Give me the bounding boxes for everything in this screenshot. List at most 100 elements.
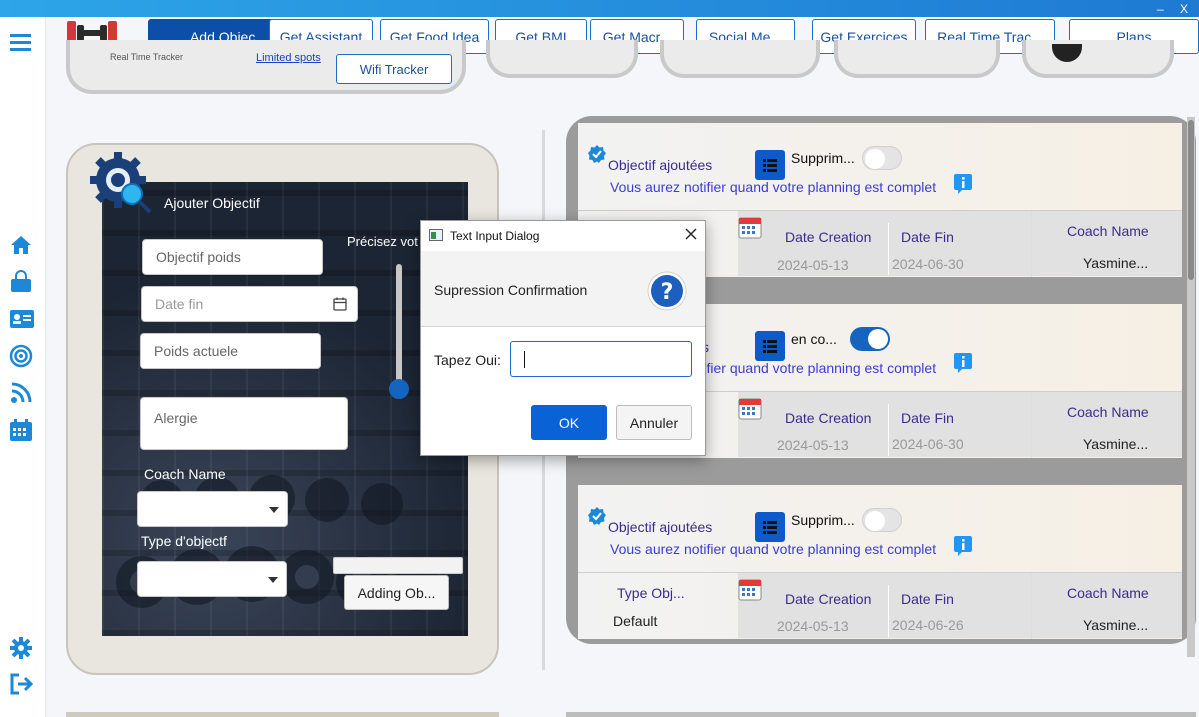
date-fin-input[interactable]: Date fin bbox=[141, 286, 358, 322]
date-fin-label: Date Fin bbox=[901, 410, 954, 426]
info-icon[interactable] bbox=[952, 352, 974, 374]
minimize-button[interactable]: _ bbox=[1157, 0, 1164, 11]
chevron-down-icon bbox=[268, 577, 278, 583]
list-icon[interactable] bbox=[755, 331, 785, 361]
separator bbox=[1031, 392, 1032, 458]
adding-objective-button[interactable]: Adding Ob... bbox=[344, 575, 449, 610]
ok-button[interactable]: OK bbox=[531, 405, 607, 440]
home-icon[interactable] bbox=[9, 233, 33, 257]
chevron-down-icon bbox=[269, 507, 279, 513]
weight-slider-thumb[interactable] bbox=[389, 379, 409, 399]
menu-icon[interactable] bbox=[9, 31, 33, 55]
coach-select[interactable] bbox=[137, 491, 288, 527]
toggle-label: Supprim... bbox=[791, 512, 855, 528]
question-icon: ? bbox=[647, 271, 687, 311]
info-icon[interactable] bbox=[952, 535, 974, 557]
info-card-3 bbox=[834, 40, 1000, 78]
type-label: Type d'objectf bbox=[141, 533, 227, 549]
rss-icon[interactable] bbox=[9, 381, 33, 405]
dialog-close-icon[interactable] bbox=[683, 226, 699, 242]
delete-toggle[interactable] bbox=[862, 146, 902, 170]
text-input-dialog: Text Input Dialog Supression Confirmatio… bbox=[420, 220, 706, 456]
type-objective-label: Type Obj... bbox=[617, 585, 685, 601]
coach-label: Coach Name bbox=[144, 466, 226, 482]
calendar-small-icon bbox=[738, 396, 762, 420]
dialog-title-bar: Text Input Dialog bbox=[421, 221, 705, 251]
date-fin-label: Date Fin bbox=[901, 229, 954, 245]
tracker-card: Real Time Tracker Limited spots Wifi Tra… bbox=[66, 40, 466, 94]
coach-name-value: Yasmine... bbox=[1083, 617, 1149, 633]
date-fin-value: 2024-06-30 bbox=[892, 256, 964, 272]
calendar-small-icon bbox=[738, 577, 762, 601]
dialog-header: Supression Confirmation ? bbox=[421, 251, 705, 327]
date-creation-label: Date Creation bbox=[785, 229, 872, 245]
card-title: Objectif ajoutées bbox=[608, 157, 713, 173]
progress-bar bbox=[333, 557, 463, 574]
date-fin-placeholder: Date fin bbox=[155, 296, 204, 312]
coach-name-label: Coach Name bbox=[1067, 585, 1149, 601]
calendar-icon[interactable] bbox=[9, 418, 33, 442]
separator bbox=[1031, 211, 1032, 277]
date-creation-label: Date Creation bbox=[785, 591, 872, 607]
close-window-button[interactable]: X bbox=[1180, 2, 1188, 16]
toggle-label: Supprim... bbox=[791, 150, 855, 166]
target-icon[interactable] bbox=[9, 344, 33, 368]
date-creation-value: 2024-05-13 bbox=[777, 437, 849, 453]
status-toggle[interactable] bbox=[850, 327, 890, 351]
prompt-label: Tapez Oui: bbox=[434, 352, 501, 368]
separator bbox=[578, 572, 1182, 573]
alergie-textarea[interactable]: Alergie bbox=[140, 397, 348, 450]
weight-slider-track[interactable] bbox=[396, 264, 402, 394]
next-panel-edge bbox=[566, 712, 1196, 717]
type-objective-value: Default bbox=[613, 613, 658, 629]
info-icon[interactable] bbox=[952, 173, 974, 195]
text-cursor bbox=[524, 351, 525, 368]
delete-toggle[interactable] bbox=[862, 508, 902, 532]
date-fin-value: 2024-06-26 bbox=[892, 617, 964, 633]
verified-badge-icon bbox=[587, 144, 607, 164]
info-card-4 bbox=[1022, 40, 1174, 78]
avatar bbox=[1052, 44, 1082, 62]
form-title: Ajouter Objectif bbox=[164, 195, 260, 211]
notice-text: Vous aurez notifier quand votre planning… bbox=[610, 179, 937, 195]
id-card-icon[interactable] bbox=[9, 307, 34, 331]
limited-spots-link[interactable]: Limited spots bbox=[256, 52, 321, 64]
separator bbox=[888, 404, 889, 456]
precisez-label: Précisez vot bbox=[347, 234, 418, 249]
oui-input[interactable] bbox=[510, 341, 692, 377]
verified-badge-icon bbox=[587, 506, 607, 526]
wifi-tracker-button[interactable]: Wifi Tracker bbox=[336, 54, 452, 84]
separator bbox=[888, 585, 889, 637]
list-icon[interactable] bbox=[755, 150, 785, 180]
coach-name-value: Yasmine... bbox=[1083, 255, 1149, 271]
coach-name-label: Coach Name bbox=[1067, 404, 1149, 420]
info-card-1 bbox=[486, 40, 638, 78]
svg-text:?: ? bbox=[661, 280, 674, 305]
separator bbox=[1031, 573, 1032, 639]
coach-name-value: Yasmine... bbox=[1083, 436, 1149, 452]
date-picker-icon[interactable] bbox=[333, 297, 347, 311]
shopping-bag-icon[interactable] bbox=[9, 270, 33, 294]
poids-input[interactable]: Poids actuele bbox=[140, 333, 321, 369]
calendar-small-icon bbox=[738, 215, 762, 239]
dialog-header-text: Supression Confirmation bbox=[434, 282, 588, 298]
window-title-bar: _ X bbox=[0, 0, 1199, 17]
dialog-title: Text Input Dialog bbox=[450, 229, 540, 243]
objectif-input[interactable]: Objectif poids bbox=[142, 239, 323, 275]
notice-text: Vous aurez notifier quand votre planning… bbox=[610, 541, 937, 557]
separator bbox=[888, 223, 889, 275]
next-card-edge bbox=[66, 712, 499, 717]
date-fin-label: Date Fin bbox=[901, 591, 954, 607]
panel-scrollbar-thumb[interactable] bbox=[1188, 120, 1194, 280]
logout-icon[interactable] bbox=[9, 672, 34, 696]
tracker-text: Real Time Tracker bbox=[110, 52, 184, 62]
coach-name-label: Coach Name bbox=[1067, 223, 1149, 239]
cancel-button[interactable]: Annuler bbox=[616, 405, 692, 440]
date-fin-value: 2024-06-30 bbox=[892, 436, 964, 452]
type-select[interactable] bbox=[137, 561, 287, 597]
settings-icon[interactable] bbox=[9, 636, 33, 660]
list-icon[interactable] bbox=[755, 512, 785, 542]
app-window-icon bbox=[429, 229, 443, 241]
gear-search-icon bbox=[88, 150, 154, 216]
card-title: Objectif ajoutées bbox=[608, 519, 713, 535]
